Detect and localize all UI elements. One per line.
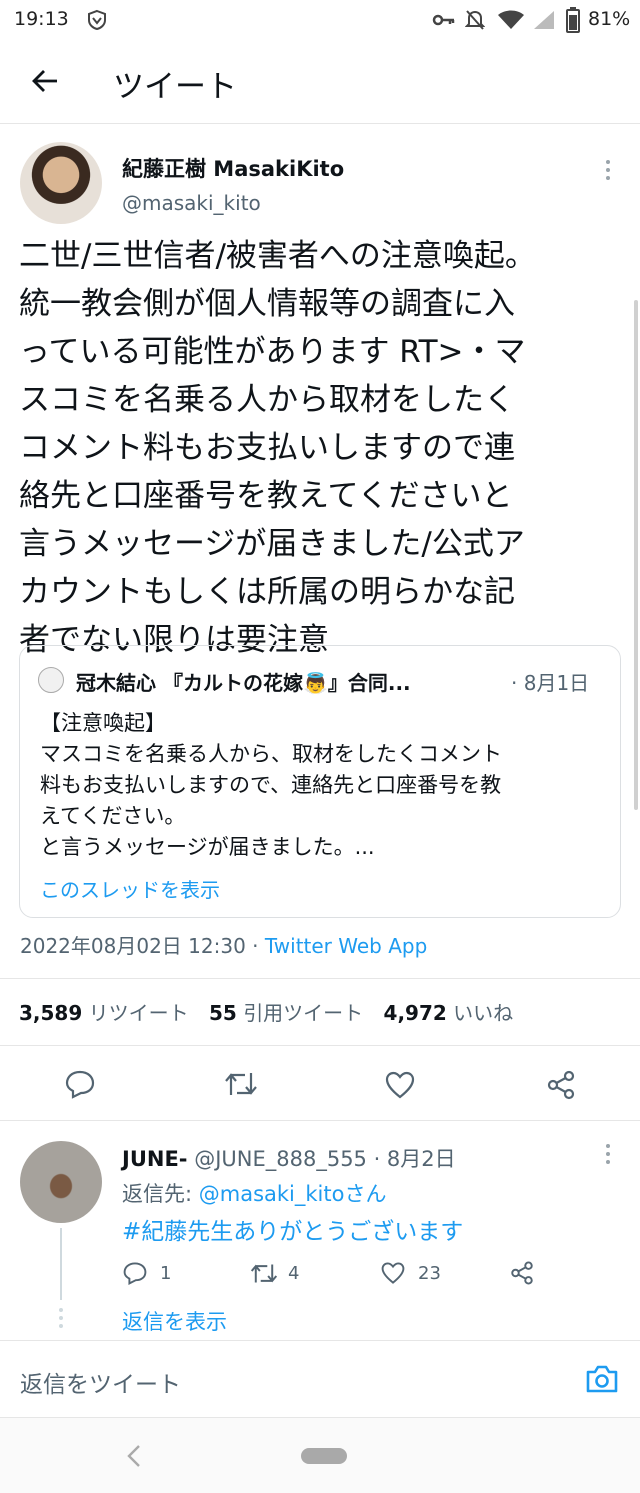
reply-icon[interactable] (64, 1069, 96, 1099)
nav-home-pill[interactable] (301, 1448, 347, 1464)
reply-retweet-icon[interactable] (249, 1262, 279, 1285)
signal-icon (532, 9, 556, 31)
reply-replies-count: 1 (160, 1263, 172, 1284)
quoted-text: 【注意喚起】 マスコミを名乗る人から、取材をしたくコメント 料もお支払いしますの… (40, 708, 610, 863)
like-icon[interactable] (384, 1070, 416, 1100)
quoted-author-name: 冠木結心 『カルトの花嫁👼』合同... (76, 671, 411, 695)
reply-likes-count: 23 (418, 1263, 441, 1284)
thread-dot (59, 1324, 63, 1328)
tweet-timestamp: 2022年08月02日 12:30 · Twitter Web App (20, 930, 427, 959)
back-arrow-icon[interactable] (30, 66, 60, 96)
tweet-text-line: っている可能性があります RT>・マ (19, 334, 526, 370)
key-icon (432, 11, 456, 29)
tweet-text-line: 二世/三世信者/被害者への注意喚起。 (19, 238, 536, 274)
thread-dot (59, 1308, 63, 1312)
page-title: ツイート (113, 69, 237, 105)
reply-author-avatar[interactable] (20, 1141, 102, 1223)
reply-more-options-icon[interactable] (603, 1142, 613, 1166)
divider (0, 978, 640, 979)
battery-percent: 81% (588, 8, 631, 30)
quoted-text-line: 料もお支払いしますので、連絡先と口座番号を教 (40, 773, 502, 797)
reply-composer: 返信をツイート (0, 1340, 640, 1418)
reply-text[interactable]: #紀藤先生ありがとうございます (122, 1212, 463, 1246)
reply-input[interactable]: 返信をツイート (20, 1365, 181, 1399)
tweet-stats: 3,589 リツイート 55 引用ツイート 4,972 いいね (19, 997, 513, 1026)
share-icon[interactable] (545, 1069, 577, 1101)
tweet-text: 二世/三世信者/被害者への注意喚起。 統一教会側が個人情報等の調査に入 っている… (19, 232, 634, 664)
tweet-text-line: 統一教会側が個人情報等の調査に入 (19, 286, 515, 322)
reply-to-prefix: 返信先: (122, 1182, 199, 1206)
show-thread-link[interactable]: このスレッドを表示 (40, 874, 220, 903)
status-bar: 19:13 81% (0, 0, 640, 42)
top-app-bar: ツイート (0, 42, 640, 124)
reply-header: JUNE- @JUNE_888_555 · 8月2日 (122, 1143, 456, 1173)
tweet-text-line: スコミを名乗る人から取材をしたく (19, 382, 515, 418)
timestamp-text: 2022年08月02日 12:30 · (20, 934, 265, 958)
scrollbar[interactable] (634, 300, 638, 810)
author-avatar[interactable] (20, 142, 102, 224)
divider (0, 1120, 640, 1121)
tweet-text-line: コメント料もお支払いしますので連 (19, 430, 515, 466)
author-handle[interactable]: @masaki_kito (122, 191, 261, 215)
more-options-icon[interactable] (603, 158, 613, 182)
reply-reply-icon[interactable] (122, 1261, 148, 1285)
nav-back-icon[interactable] (125, 1444, 143, 1468)
tweet-text-line: カウントもしくは所属の明らかな記 (19, 574, 515, 610)
reply-to-handle[interactable]: @masaki_kitoさん (199, 1182, 387, 1206)
system-nav-bar (0, 1418, 640, 1493)
reply-retweets-count: 4 (288, 1263, 300, 1284)
quoted-tweet-card[interactable]: 冠木結心 『カルトの花嫁👼』合同... · 8月1日 【注意喚起】 マスコミを名… (19, 645, 621, 918)
battery-icon (566, 7, 580, 33)
quoted-text-line: 【注意喚起】 (40, 711, 166, 735)
tweet-source-link[interactable]: Twitter Web App (265, 934, 427, 958)
tweet-text-line: 言うメッセージが届きました/公式ア (19, 526, 525, 562)
quoted-text-line: えてください。 (40, 804, 186, 828)
wifi-icon (497, 9, 525, 31)
show-replies-link[interactable]: 返信を表示 (122, 1306, 227, 1336)
camera-icon[interactable] (585, 1363, 619, 1395)
author-name[interactable]: 紀藤正樹 MasakiKito (122, 153, 344, 183)
likes-stat[interactable]: 4,972 いいね (384, 1001, 514, 1025)
mute-bell-icon (465, 9, 485, 31)
quoted-text-line: マスコミを名乗る人から、取材をしたくコメント (40, 742, 502, 766)
reply-share-icon[interactable] (509, 1260, 535, 1286)
reply-to-line: 返信先: @masaki_kitoさん (122, 1178, 386, 1208)
reply-handle-date: @JUNE_888_555 · 8月2日 (194, 1147, 456, 1171)
thread-dot (59, 1316, 63, 1320)
thread-line (60, 1228, 62, 1300)
retweets-stat[interactable]: 3,589 リツイート (19, 1001, 189, 1025)
divider (0, 1045, 640, 1046)
tweet-text-line: 絡先と口座番号を教えてくださいと (19, 478, 513, 514)
quoted-author-avatar (38, 667, 64, 693)
quoted-date: · 8月1日 (511, 671, 590, 695)
quoted-text-line: と言うメッセージが届きました。... (40, 835, 375, 859)
reply-like-icon[interactable] (380, 1261, 406, 1285)
quotes-stat[interactable]: 55 引用ツイート (209, 1001, 363, 1025)
reply-author-name[interactable]: JUNE- (122, 1147, 188, 1171)
shield-icon (86, 9, 108, 31)
retweet-icon[interactable] (223, 1070, 259, 1098)
status-time: 19:13 (14, 8, 69, 30)
